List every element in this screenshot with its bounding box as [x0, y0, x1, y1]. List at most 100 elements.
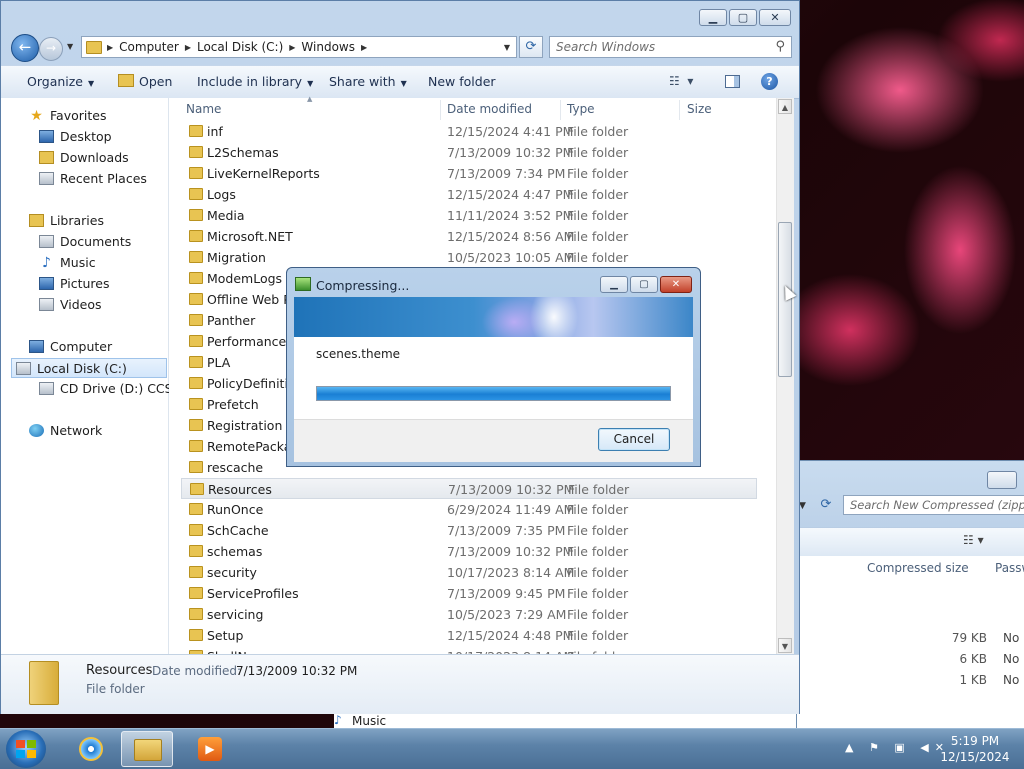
nav-music[interactable]: ♪ Music — [39, 253, 96, 273]
dialog-minimize-button[interactable]: ▁ — [600, 276, 628, 293]
minimize-button[interactable]: ▁ — [699, 9, 727, 26]
open-folder-icon — [118, 74, 134, 87]
start-button[interactable] — [6, 730, 46, 768]
taskbar-internet-explorer[interactable] — [64, 731, 116, 767]
background-music-label[interactable]: Music — [352, 714, 386, 728]
views-icon[interactable]: ☷ ▾ — [963, 533, 984, 547]
recent-pages-dropdown-icon[interactable]: ▼ — [67, 42, 73, 51]
breadcrumb-separator-icon[interactable]: ▶ — [289, 43, 295, 52]
show-hidden-icons-icon[interactable]: ▲ — [845, 741, 859, 754]
pictures-icon — [39, 277, 54, 290]
help-icon[interactable]: ? — [761, 73, 778, 90]
nav-pictures[interactable]: Pictures — [39, 274, 110, 294]
file-row[interactable]: ShellNew10/17/2023 8:14 AMFile folder — [181, 646, 757, 654]
action-center-flag-icon[interactable]: ⚑ — [869, 741, 885, 754]
back-button[interactable]: ← — [11, 34, 39, 62]
file-row[interactable]: servicing 10/5/2023 7:29 AM File folder — [181, 604, 757, 625]
cancel-button[interactable]: Cancel — [598, 428, 670, 451]
file-row[interactable]: security 10/17/2023 8:14 AM File folder — [181, 562, 757, 583]
column-size[interactable]: Size — [687, 102, 712, 116]
vertical-scrollbar[interactable]: ▲ ▼ — [776, 98, 794, 654]
column-divider[interactable] — [679, 100, 680, 120]
breadcrumb-computer[interactable]: Computer — [119, 40, 179, 54]
folder-icon — [189, 398, 203, 410]
file-row[interactable]: ServiceProfiles 7/13/2009 9:45 PM File fol… — [181, 583, 757, 604]
include-in-library-button[interactable]: Include in library ▼ — [197, 74, 313, 89]
file-row[interactable]: schemas 7/13/2009 10:32 PM File folder — [181, 541, 757, 562]
taskbar-windows-explorer[interactable] — [121, 731, 173, 767]
compressed-window-minimize-button[interactable] — [987, 471, 1017, 489]
address-bar[interactable]: ▶ Computer ▶ Local Disk (C:) ▶ Windows ▶… — [81, 36, 517, 58]
address-dropdown-icon[interactable]: ▼ — [799, 501, 806, 511]
column-divider[interactable] — [560, 100, 561, 120]
change-view-icon[interactable]: ☷ ▾ — [669, 74, 693, 88]
folder-icon — [189, 524, 203, 536]
folder-icon — [189, 587, 203, 599]
clock[interactable]: 5:19 PM 12/15/2024 — [940, 733, 1010, 765]
search-icon[interactable]: ⚲ — [775, 39, 785, 54]
nav-network[interactable]: Network — [29, 421, 102, 441]
nav-libraries[interactable]: Libraries — [29, 211, 104, 231]
address-dropdown-icon[interactable]: ▼ — [504, 43, 510, 52]
column-name[interactable]: Name — [186, 102, 221, 116]
file-row[interactable]: Microsoft.NET 12/15/2024 8:56 AM File fold… — [181, 226, 757, 247]
network-tray-icon[interactable]: ▣ — [894, 741, 910, 754]
forward-button[interactable]: → — [39, 37, 63, 61]
breadcrumb-separator-icon[interactable]: ▶ — [107, 43, 113, 52]
maximize-button[interactable]: ▢ — [729, 9, 757, 26]
file-row[interactable]: Logs 12/15/2024 4:47 PM File folder — [181, 184, 757, 205]
dialog-maximize-button[interactable]: ▢ — [630, 276, 658, 293]
nav-cd-drive[interactable]: CD Drive (D:) CCSA_ — [39, 379, 188, 399]
open-label: Open — [139, 74, 173, 89]
column-type[interactable]: Type — [567, 102, 595, 116]
share-with-button[interactable]: Share with ▼ — [329, 74, 407, 89]
dialog-close-button[interactable]: ✕ — [660, 276, 692, 293]
open-button[interactable]: Open — [118, 74, 172, 89]
column-compressed-size[interactable]: Compressed size — [867, 561, 969, 575]
nav-recent-places[interactable]: Recent Places — [39, 169, 147, 189]
column-password[interactable]: Passw — [995, 561, 1024, 575]
preview-pane-icon[interactable] — [725, 75, 740, 88]
new-folder-button[interactable]: New folder — [428, 74, 496, 89]
nav-videos[interactable]: Videos — [39, 295, 102, 315]
folder-icon — [189, 335, 203, 347]
command-bar: Organize ▼ Open Include in library ▼ Share… — [1, 65, 799, 99]
nav-computer[interactable]: Computer — [29, 337, 112, 357]
file-row[interactable]: Media 11/11/2024 3:52 PM File folder — [181, 205, 757, 226]
file-row[interactable]: Setup 12/15/2024 4:48 PM File folder — [181, 625, 757, 646]
breadcrumb-local-disk[interactable]: Local Disk (C:) — [197, 40, 283, 54]
file-row[interactable]: Resources 7/13/2009 10:32 PM File folder — [181, 478, 757, 499]
folder-icon — [189, 146, 203, 158]
compressed-search-input[interactable]: Search New Compressed (zipped) — [843, 495, 1024, 515]
column-divider[interactable] — [440, 100, 441, 120]
breadcrumb-separator-icon[interactable]: ▶ — [361, 43, 367, 52]
file-date: 7/13/2009 7:35 PM — [447, 523, 566, 538]
breadcrumb-separator-icon[interactable]: ▶ — [185, 43, 191, 52]
refresh-icon[interactable]: ⟳ — [815, 495, 837, 515]
file-row[interactable]: LiveKernelReports 7/13/2009 7:34 PM File f… — [181, 163, 757, 184]
scroll-down-icon[interactable]: ▼ — [778, 638, 792, 653]
file-name: security — [207, 565, 257, 580]
file-name: Resources — [208, 482, 272, 497]
clock-time: 5:19 PM — [950, 734, 1000, 748]
search-input[interactable]: Search Windows ⚲ — [549, 36, 792, 58]
compressed-folder-window[interactable]: ▼ ⟳ Search New Compressed (zipped) ☷ ▾ C… — [796, 460, 1024, 730]
file-row[interactable]: inf 12/15/2024 4:41 PM File folder — [181, 122, 757, 142]
file-row[interactable]: RunOnce 6/29/2024 11:49 AM File folder — [181, 499, 757, 520]
nav-desktop[interactable]: Desktop — [39, 127, 112, 147]
nav-favorites[interactable]: ★ Favorites — [29, 106, 106, 126]
file-type: File folder — [567, 502, 629, 517]
nav-documents[interactable]: Documents — [39, 232, 131, 252]
scroll-up-icon[interactable]: ▲ — [778, 99, 792, 114]
column-date-modified[interactable]: Date modified — [447, 102, 532, 116]
breadcrumb-windows[interactable]: Windows — [301, 40, 355, 54]
refresh-button[interactable]: ⟳ — [519, 36, 543, 58]
file-row[interactable]: Migration 10/5/2023 10:05 AM File folder — [181, 247, 757, 268]
taskbar-media-player[interactable]: ▶ — [184, 731, 236, 767]
file-row[interactable]: SchCache 7/13/2009 7:35 PM File folder — [181, 520, 757, 541]
close-button[interactable]: ✕ — [759, 9, 791, 26]
organize-button[interactable]: Organize ▼ — [27, 74, 94, 89]
nav-local-disk[interactable]: Local Disk (C:) — [11, 358, 167, 378]
nav-downloads[interactable]: Downloads — [39, 148, 129, 168]
file-row[interactable]: L2Schemas 7/13/2009 10:32 PM File folder — [181, 142, 757, 163]
